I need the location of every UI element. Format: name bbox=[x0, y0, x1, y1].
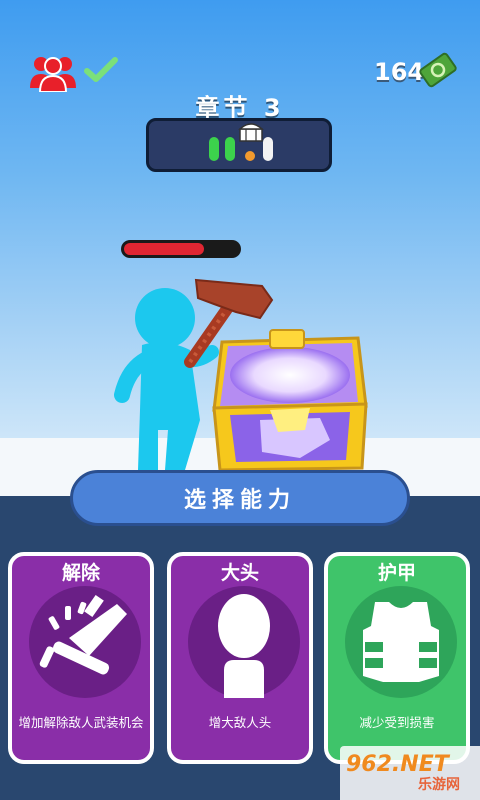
ability-icon-background bbox=[345, 586, 457, 698]
ability-title: 大头 bbox=[220, 562, 259, 584]
game-scene bbox=[114, 278, 368, 472]
ability-title: 护甲 bbox=[377, 562, 416, 584]
ability-description: 增加解除敌人武装机会 bbox=[18, 715, 144, 730]
choose-ability-banner: 选择能力 bbox=[70, 470, 410, 526]
ability-icon-background bbox=[29, 586, 141, 698]
ability-description: 减少受到损害 bbox=[359, 715, 435, 730]
big-head-icon bbox=[218, 594, 270, 698]
treasure-chest-icon bbox=[212, 329, 368, 472]
ability-title: 解除 bbox=[61, 562, 100, 584]
ability-card-armor[interactable]: 护甲 减少受到损害 bbox=[324, 552, 470, 764]
ability-icon-background bbox=[188, 586, 300, 698]
ability-card-disarm[interactable]: 解除 增加解除敌人武装机会 bbox=[8, 552, 154, 764]
disarm-icon bbox=[39, 594, 127, 675]
ability-description: 增大敌人头 bbox=[208, 715, 272, 730]
armor-vest-icon bbox=[363, 602, 439, 682]
stickman-character-icon bbox=[114, 288, 219, 470]
ability-card-big-head[interactable]: 大头 增大敌人头 bbox=[167, 552, 313, 764]
watermark-subtitle: 乐游网 bbox=[418, 777, 460, 793]
